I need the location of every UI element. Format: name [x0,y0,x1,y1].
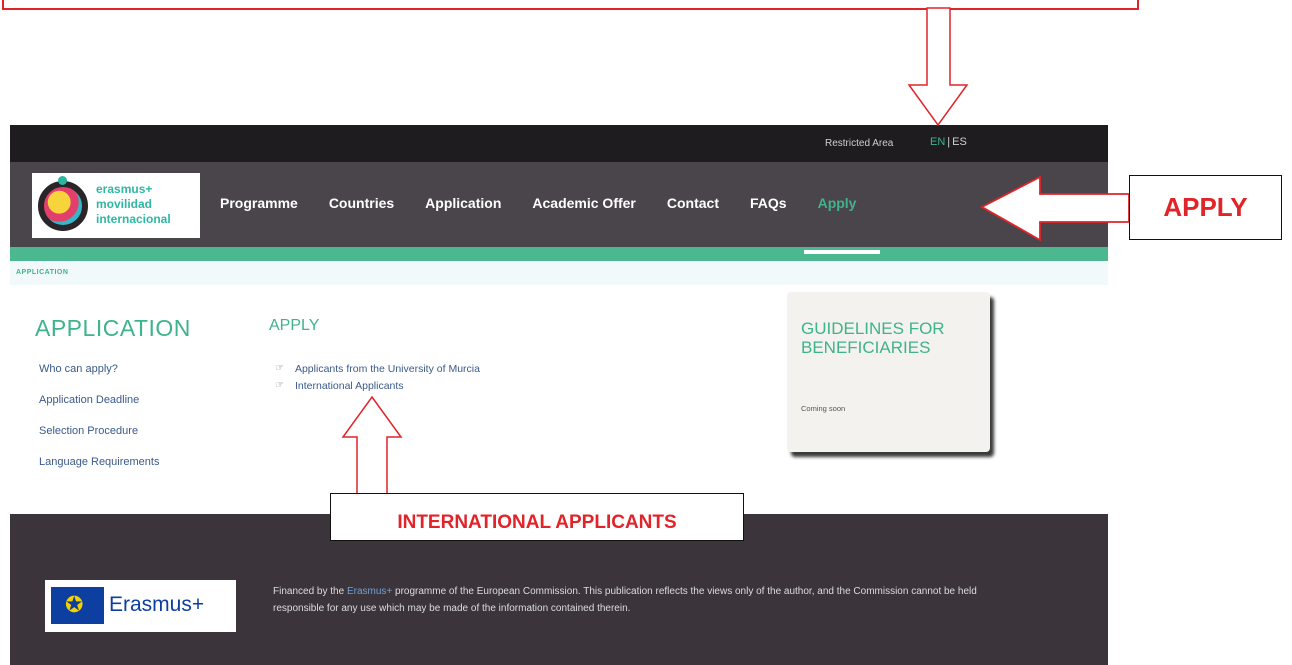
logo-line-3: internacional [96,212,171,226]
pointing-hand-icon: ☞ [275,363,284,374]
footer-erasmus-link[interactable]: Erasmus+ [347,586,392,597]
apply-link-row: ☞ Applicants from the University of Murc… [275,360,480,377]
logo-line-1: erasmus+ [96,182,153,196]
sidebar-link-application-deadline[interactable]: Application Deadline [39,394,159,425]
eu-flag-icon: ✪ [51,587,104,624]
logo-line-2: movilidad [96,197,153,211]
language-switcher: EN | ES [930,136,967,148]
sidebar-link-who-can-apply[interactable]: Who can apply? [39,363,159,394]
apply-links-list: ☞ Applicants from the University of Murc… [275,360,480,394]
guidelines-title: GUIDELINES FOR BENEFICIARIES [801,319,945,357]
breadcrumb-bar: APPLICATION [10,261,1108,285]
nav-item-application[interactable]: Application [425,195,501,211]
sidebar-links: Who can apply? Application Deadline Sele… [39,363,159,487]
lang-en-link[interactable]: EN [930,136,945,148]
sidebar-link-language-requirements[interactable]: Language Requirements [39,456,159,487]
footer-disclaimer: Financed by the Erasmus+ programme of th… [273,583,993,617]
breadcrumb[interactable]: APPLICATION [16,269,68,276]
guidelines-card: GUIDELINES FOR BENEFICIARIES Coming soon [787,292,990,452]
website-screenshot: Restricted Area EN | ES erasmus+ movilidad… [10,125,1108,665]
eu-logo-text: Erasmus+ [109,593,205,616]
nav-item-faqs[interactable]: FAQs [750,195,787,211]
nav-item-countries[interactable]: Countries [329,195,394,211]
sidebar-link-selection-procedure[interactable]: Selection Procedure [39,425,159,456]
nav-menu: Programme Countries Application Academic… [220,195,887,254]
apply-heading: APPLY [269,317,320,334]
main-navbar: erasmus+ movilidad internacional Program… [10,162,1108,254]
link-international-applicants[interactable]: International Applicants [295,380,404,392]
top-bar: Restricted Area EN | ES [10,125,1108,162]
logo-circle-icon [38,181,88,231]
left-arrow-icon [980,175,1130,242]
green-divider-band [10,247,1108,261]
pointing-hand-icon: ☞ [275,380,284,391]
link-applicants-university-murcia[interactable]: Applicants from the University of Murcia [295,363,480,375]
nav-item-apply[interactable]: Apply [803,195,881,254]
erasmus-plus-logo: ✪ Erasmus+ [45,580,236,632]
down-arrow-icon [907,7,969,127]
apply-callout: APPLY [1129,175,1282,240]
apply-link-row: ☞ International Applicants [275,377,480,394]
footer-text-part: Financed by the [273,586,347,597]
nav-item-programme[interactable]: Programme [220,195,298,211]
page-content: APPLICATION Who can apply? Application D… [10,285,1108,515]
logo-dot-icon [58,176,67,185]
guidelines-note: Coming soon [801,404,846,413]
site-logo[interactable]: erasmus+ movilidad internacional [32,173,200,238]
sidebar-title: APPLICATION [35,315,191,341]
lang-es-link[interactable]: ES [952,136,967,148]
restricted-area-link[interactable]: Restricted Area [825,138,893,149]
nav-item-academic-offer[interactable]: Academic Offer [532,195,635,211]
international-applicants-callout: INTERNATIONAL APPLICANTS [330,493,744,541]
up-arrow-icon [341,395,403,496]
nav-item-contact[interactable]: Contact [667,195,719,211]
logo-text: erasmus+ movilidad internacional [96,182,171,227]
lang-separator: | [947,136,951,148]
